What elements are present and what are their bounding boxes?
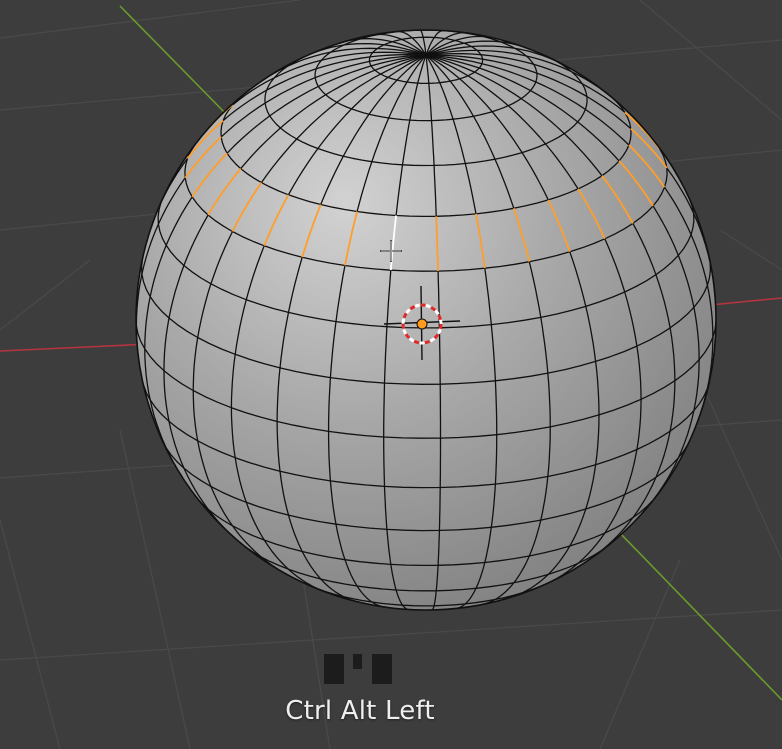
3d-viewport[interactable]: Ctrl Alt Left — [0, 0, 782, 749]
grid-line — [0, 0, 301, 39]
y-axis-line — [119, 5, 231, 119]
object-origin-dot — [416, 318, 428, 330]
keycast-label: Ctrl Alt Left — [285, 696, 435, 726]
grid-line — [119, 429, 191, 749]
viewport-scene — [0, 0, 782, 749]
x-axis-line — [0, 343, 151, 352]
keycast-overlay: Ctrl Alt Left — [250, 652, 470, 726]
grid-line — [719, 229, 782, 271]
longitude-edge — [438, 487, 441, 531]
grid-line — [0, 259, 91, 331]
grid-line — [639, 0, 782, 121]
grid-line — [699, 379, 782, 561]
grid-line — [0, 519, 61, 749]
mouse-left-button-icon — [324, 652, 396, 686]
longitude-edge — [438, 327, 441, 385]
grid-line — [599, 559, 681, 749]
